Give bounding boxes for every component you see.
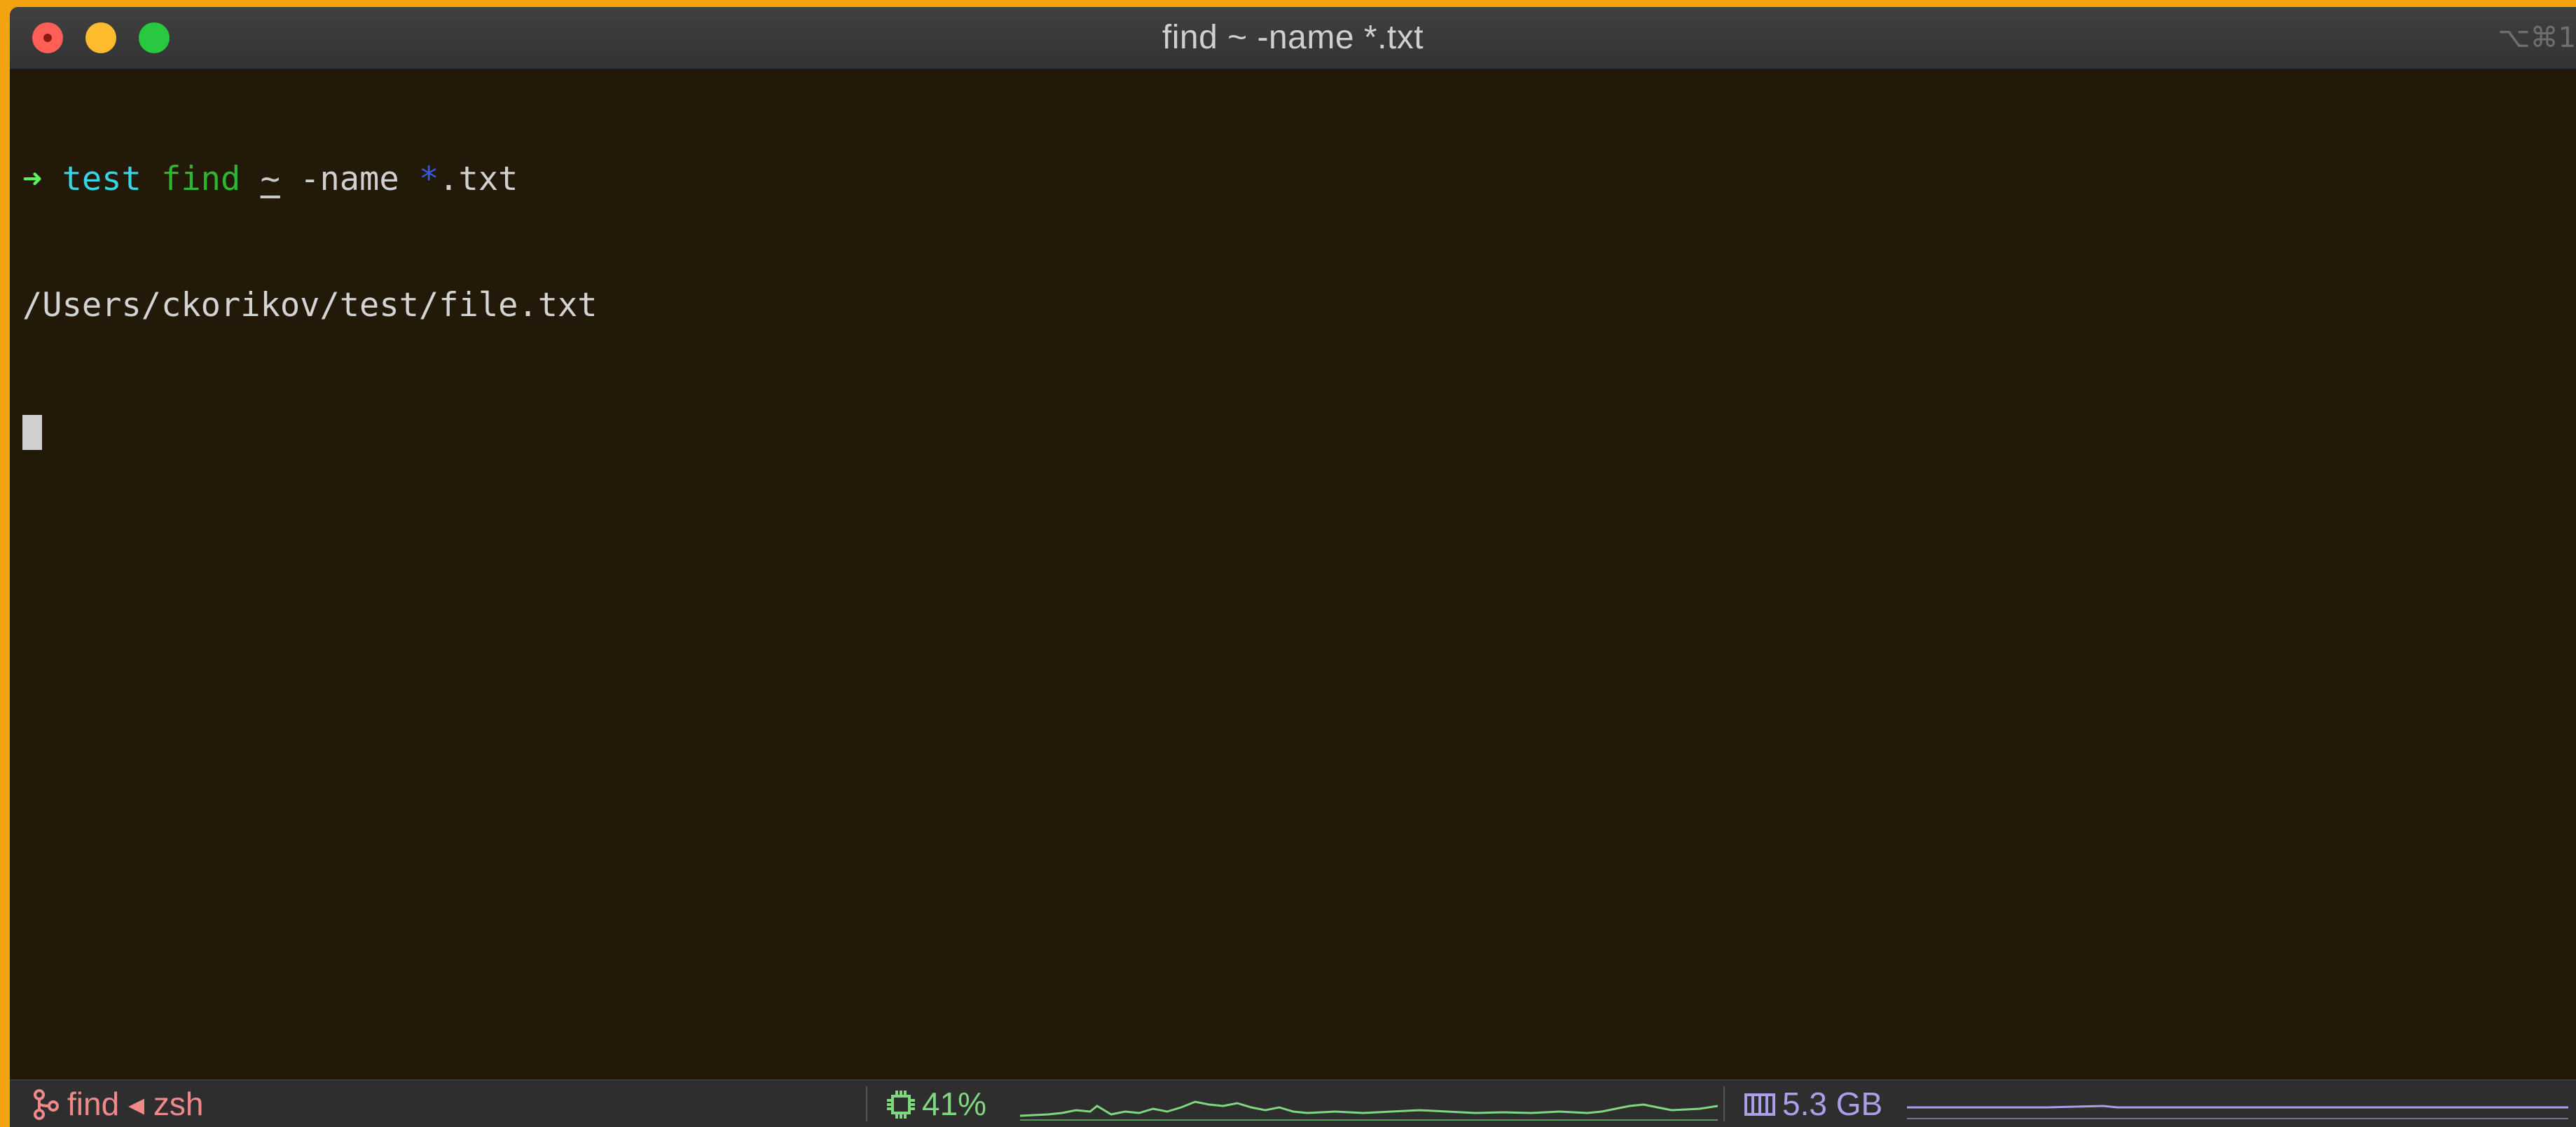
command-glob: * bbox=[418, 160, 439, 198]
terminal-window: find ~ -name *.txt ⌥⌘1 ➜ test find ~ -na… bbox=[10, 7, 2576, 1127]
text-cursor bbox=[22, 415, 42, 450]
status-divider bbox=[1723, 1086, 1725, 1121]
status-job[interactable]: find ◂ zsh bbox=[32, 1081, 203, 1127]
status-divider bbox=[866, 1086, 867, 1121]
window-shortcut: ⌥⌘1 bbox=[2498, 22, 2576, 54]
prompt-directory: test bbox=[62, 160, 142, 198]
title-bar[interactable]: find ~ -name *.txt ⌥⌘1 bbox=[10, 7, 2576, 70]
status-cpu[interactable]: 41% bbox=[886, 1081, 986, 1127]
status-memory[interactable]: 5.3 GB bbox=[1743, 1081, 1882, 1127]
command-extension: .txt bbox=[439, 160, 518, 198]
status-job-label: find ◂ zsh bbox=[67, 1086, 204, 1122]
cpu-percent: 41% bbox=[922, 1086, 987, 1122]
memory-sparkline bbox=[1907, 1105, 2568, 1119]
cursor-line bbox=[22, 411, 2576, 453]
command-flag: -name bbox=[300, 160, 399, 198]
command-output: /Users/ckorikov/test/file.txt bbox=[22, 286, 598, 325]
terminal-output[interactable]: ➜ test find ~ -name *.txt /Users/ckoriko… bbox=[22, 74, 2576, 537]
git-branch-icon bbox=[34, 1088, 59, 1120]
memory-used: 5.3 GB bbox=[1782, 1086, 1883, 1122]
status-bar: find ◂ zsh 41% 5.3 GB bbox=[10, 1079, 2576, 1127]
command-tilde: ~ bbox=[260, 160, 280, 198]
command-name: find bbox=[161, 160, 241, 198]
window-title: find ~ -name *.txt bbox=[1162, 19, 1424, 56]
cpu-chip-icon bbox=[887, 1090, 915, 1119]
prompt-arrow-icon: ➜ bbox=[22, 160, 43, 198]
memory-icon bbox=[1744, 1093, 1775, 1116]
cpu-sparkline bbox=[1020, 1100, 1718, 1121]
command-line: ➜ test find ~ -name *.txt bbox=[22, 158, 2576, 200]
